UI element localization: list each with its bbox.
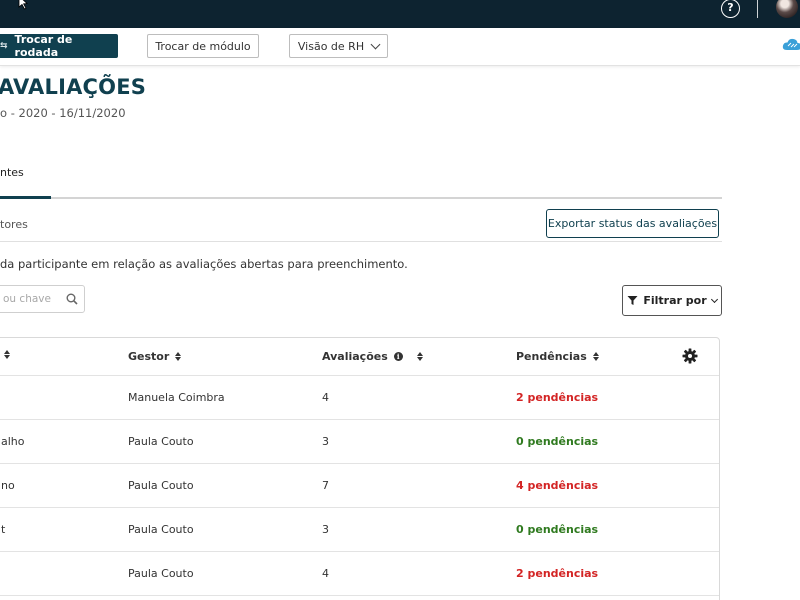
section-divider	[0, 241, 722, 242]
filter-label: Filtrar por	[643, 294, 707, 307]
module-bar: ⇆ Trocar de rodada Trocar de módulo Visã…	[0, 28, 800, 66]
manager-name: Manuela Coimbra	[128, 391, 225, 404]
table-row[interactable]: Paula Couto 4 2 pendências	[0, 552, 719, 596]
cycle-dates: o - 2020 - 16/11/2020	[0, 106, 126, 120]
column-header-evaluations[interactable]: Avaliações i	[322, 350, 423, 363]
evaluations-count: 4	[322, 567, 329, 580]
manager-name: Paula Couto	[128, 435, 194, 448]
switch-round-button[interactable]: ⇆ Trocar de rodada	[0, 33, 118, 59]
sub-tab-evaluators[interactable]: tores	[0, 218, 28, 231]
participant-name[interactable]: t	[1, 523, 5, 536]
column-header-name[interactable]	[0, 350, 10, 359]
table-row[interactable]: t Paula Couto 3 0 pendências	[0, 508, 719, 552]
swap-icon: ⇆	[0, 41, 8, 51]
chevron-down-icon	[370, 39, 381, 49]
column-header-pending-label: Pendências	[516, 350, 587, 363]
sort-icon[interactable]	[4, 350, 10, 359]
pending-count[interactable]: 0 pendências	[516, 523, 598, 536]
tab-divider	[0, 197, 722, 199]
table-header: Gestor Avaliações i Pendências	[0, 338, 719, 376]
export-status-button[interactable]: Exportar status das avaliações	[546, 209, 719, 238]
column-header-pending[interactable]: Pendências	[516, 350, 599, 363]
switch-module-label: Trocar de módulo	[155, 39, 251, 53]
info-icon[interactable]: i	[393, 352, 403, 361]
divider	[757, 0, 758, 18]
top-bar: ?	[0, 0, 800, 28]
pending-count[interactable]: 2 pendências	[516, 567, 598, 580]
evaluations-count: 4	[322, 391, 329, 404]
sort-icon[interactable]	[592, 352, 599, 361]
export-status-label: Exportar status das avaliações	[547, 217, 718, 230]
section-description: da participante em relação as avaliações…	[0, 257, 408, 271]
sort-icon[interactable]	[175, 352, 182, 361]
cloud-icon	[782, 38, 800, 50]
search-input[interactable]	[0, 286, 63, 312]
evaluations-count: 7	[322, 479, 329, 492]
pending-count[interactable]: 4 pendências	[516, 479, 598, 492]
cursor-arrow-icon	[18, 0, 28, 10]
participants-table: Gestor Avaliações i Pendências Manuela C…	[0, 337, 720, 600]
gear-icon[interactable]	[682, 348, 698, 364]
page-title: AVALIAÇÕES	[0, 75, 147, 99]
chevron-down-icon	[710, 295, 718, 303]
switch-round-label: Trocar de rodada	[14, 33, 73, 59]
column-header-manager[interactable]: Gestor	[128, 350, 182, 363]
help-icon[interactable]: ?	[721, 0, 740, 18]
tab-participants[interactable]: ntes	[0, 166, 24, 179]
avatar[interactable]	[776, 0, 798, 18]
switch-module-button[interactable]: Trocar de módulo	[147, 34, 259, 58]
participant-name[interactable]: alho	[1, 435, 25, 448]
sort-icon[interactable]	[416, 352, 423, 361]
table-row[interactable]: no Paula Couto 7 4 pendências	[0, 464, 719, 508]
manager-name: Paula Couto	[128, 479, 194, 492]
column-header-evaluations-label: Avaliações	[322, 350, 388, 363]
manager-name: Paula Couto	[128, 567, 194, 580]
hr-view-label: Visão de RH	[297, 39, 365, 53]
column-header-manager-label: Gestor	[128, 350, 170, 363]
evaluations-count: 3	[322, 435, 329, 448]
evaluations-count: 3	[322, 523, 329, 536]
search-icon[interactable]	[66, 293, 78, 305]
active-tab-indicator	[0, 196, 51, 199]
table-row[interactable]: alho Paula Couto 3 0 pendências	[0, 420, 719, 464]
hr-view-dropdown[interactable]: Visão de RH	[289, 34, 388, 58]
participant-name[interactable]: no	[1, 479, 15, 492]
manager-name: Paula Couto	[128, 523, 194, 536]
filter-icon	[627, 296, 638, 305]
search-box[interactable]	[0, 285, 85, 313]
pending-count[interactable]: 0 pendências	[516, 435, 598, 448]
table-row[interactable]: Manuela Coimbra 4 2 pendências	[0, 376, 719, 420]
pending-count[interactable]: 2 pendências	[516, 391, 598, 404]
filter-button[interactable]: Filtrar por	[622, 285, 722, 316]
